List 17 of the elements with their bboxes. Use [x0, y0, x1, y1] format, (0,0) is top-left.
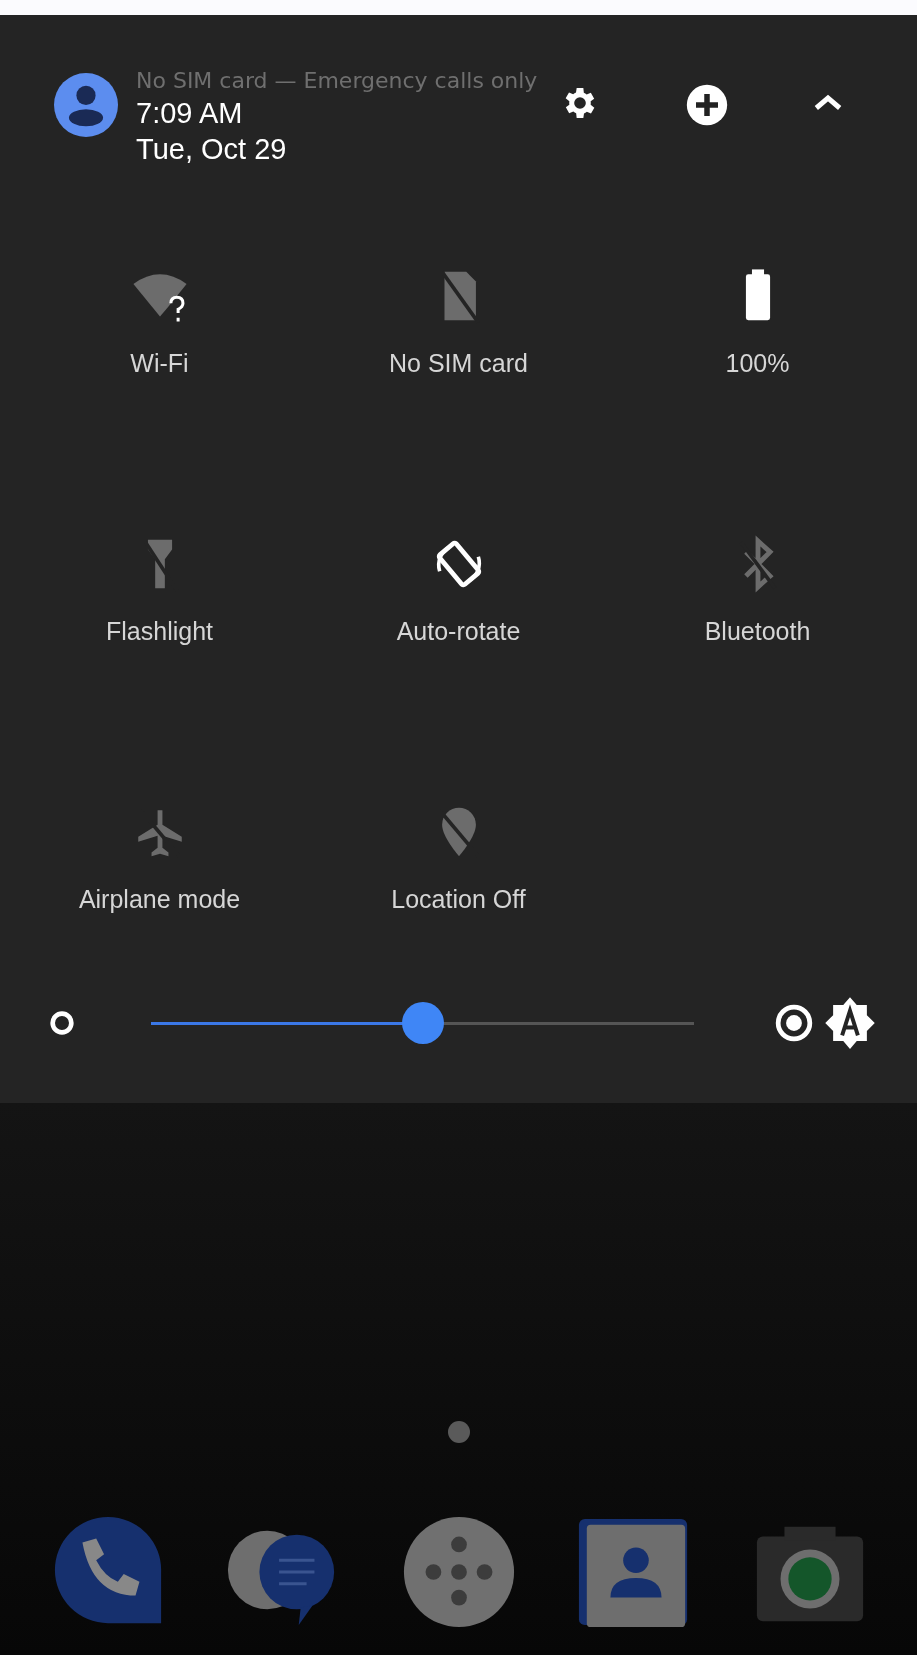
quick-tile[interactable]: Bluetooth — [608, 535, 907, 803]
sim-status-text: No SIM card — Emergency calls only — [136, 67, 538, 95]
auto-brightness-icon[interactable] — [823, 996, 877, 1050]
date-text: Tue, Oct 29 — [136, 132, 288, 167]
quick-tile[interactable]: Auto-rotate — [309, 535, 608, 803]
user-avatar-icon[interactable] — [54, 73, 118, 137]
quick-tile[interactable]: No SIM card — [309, 267, 608, 535]
quick-tile[interactable]: 100% — [608, 267, 907, 535]
brightness-low-icon — [48, 1009, 76, 1037]
add-user-icon[interactable] — [685, 83, 729, 127]
quick-tile[interactable]: Wi-Fi — [10, 267, 309, 535]
page-indicator-dot — [447, 1421, 470, 1443]
quick-tile[interactable]: Flashlight — [10, 535, 309, 803]
quick-tile[interactable]: Location Off — [309, 803, 608, 1071]
clock-time: 7:09 AM — [136, 96, 244, 131]
quick-tile[interactable]: Airplane mode — [10, 803, 309, 1071]
brightness-high-icon — [775, 1004, 813, 1042]
